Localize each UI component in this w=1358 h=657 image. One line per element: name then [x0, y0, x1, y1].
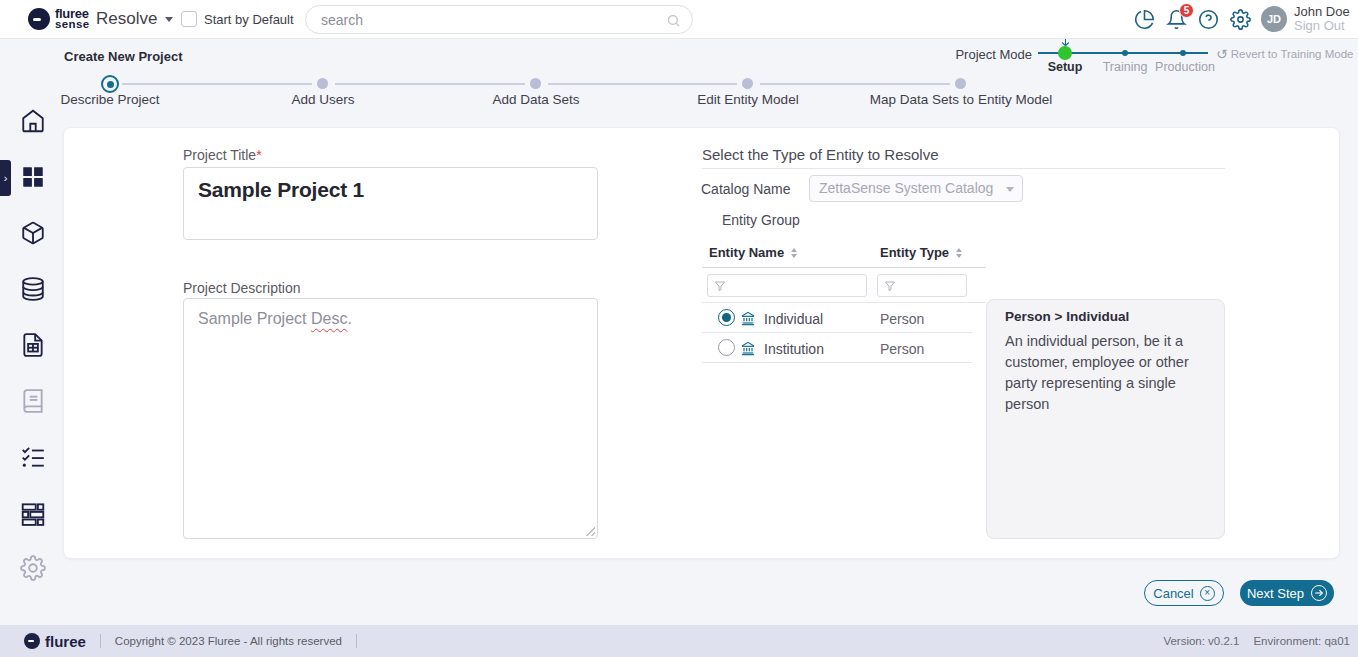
search-icon [666, 13, 681, 28]
sidebar-item-tasks[interactable] [20, 444, 46, 470]
step-dot-add-data-sets[interactable] [530, 78, 541, 89]
catalog-name-label: Catalog Name [701, 181, 791, 197]
revert-icon: ↺ [1216, 46, 1228, 62]
entity-group-label: Entity Group [722, 212, 800, 228]
institution-bank-icon [740, 340, 756, 356]
required-mark: * [256, 147, 261, 163]
step-label: Map Data Sets to Entity Model [811, 92, 1111, 107]
table-header-divider [702, 267, 986, 268]
fluree-sense-logo[interactable]: fluree sense [28, 8, 90, 30]
next-step-button[interactable]: Next Step [1240, 580, 1334, 606]
revert-label: Revert to Training Mode [1231, 48, 1354, 60]
mode-label-training: Training [1097, 60, 1153, 74]
product-switcher[interactable]: Resolve [96, 9, 173, 29]
mode-dot-production[interactable] [1180, 50, 1186, 56]
top-nav: fluree sense Resolve Start by Default se… [0, 0, 1358, 39]
start-by-default-checkbox[interactable] [181, 11, 197, 27]
revert-to-training-button[interactable]: ↺ Revert to Training Mode [1216, 46, 1353, 62]
entity-name-filter-input[interactable] [707, 274, 867, 297]
project-title-input[interactable]: Sample Project 1 [183, 167, 598, 240]
step-connector [548, 83, 737, 85]
row-divider [702, 302, 986, 303]
entity-type-cell: Person [880, 341, 924, 357]
project-description-input[interactable]: Sample Project Desc. [183, 298, 598, 539]
filter-funnel-icon [884, 280, 896, 292]
step-connector [122, 83, 312, 85]
fluree-footer-logo-icon [24, 633, 40, 649]
sidebar-item-reports[interactable] [20, 332, 46, 358]
page-title: Create New Project [64, 49, 183, 64]
step-dot-map-data-sets[interactable] [955, 78, 966, 89]
entity-type-filter-input[interactable] [877, 274, 967, 297]
notifications-badge: 5 [1179, 3, 1194, 18]
version-text: Version: v0.2.1 [1163, 635, 1239, 647]
entity-heading-divider [702, 168, 1225, 169]
cancel-button[interactable]: Cancel × [1144, 580, 1224, 606]
catalog-select[interactable]: ZettaSense System Catalog [809, 175, 1023, 202]
arrow-right-icon [1311, 585, 1327, 601]
entity-info-title: Person > Individual [1005, 309, 1206, 324]
copyright-text: Copyright © 2023 Fluree - All rights res… [115, 635, 342, 647]
step-dot-describe-project[interactable] [101, 75, 119, 93]
entity-info-panel: Person > Individual An individual person… [986, 299, 1225, 539]
entity-name-cell: Institution [764, 341, 824, 357]
environment-text: Environment: qa01 [1253, 635, 1350, 647]
sidebar-item-home[interactable] [20, 108, 46, 134]
project-description-label: Project Description [183, 280, 301, 296]
sidebar-active-indicator: › [0, 160, 11, 196]
footer-divider [356, 634, 357, 648]
misspelled-word: Desc [311, 310, 347, 327]
entity-info-text: An individual person, be it a customer, … [1005, 331, 1206, 415]
product-name: Resolve [96, 9, 157, 29]
step-dot-add-users[interactable] [317, 78, 328, 89]
start-by-default-label: Start by Default [204, 12, 294, 27]
sidebar-item-projects[interactable] [20, 164, 46, 190]
search-input[interactable]: search [305, 5, 693, 34]
institution-bank-icon [740, 310, 756, 326]
chevron-down-icon [1006, 187, 1014, 192]
step-dot-edit-entity-model[interactable] [742, 78, 753, 89]
sidebar-item-data[interactable] [20, 276, 46, 302]
sort-icon[interactable] [791, 248, 797, 258]
sign-out-link[interactable]: Sign Out [1294, 19, 1350, 33]
mode-dot-training[interactable] [1122, 50, 1128, 56]
entity-section-heading: Select the Type of Entity to Resolve [702, 146, 939, 163]
mode-label-setup: Setup [1040, 60, 1090, 74]
resize-handle[interactable] [584, 525, 595, 536]
search-placeholder: search [321, 12, 363, 28]
user-name: John Doe [1294, 5, 1350, 19]
brand-line2: sense [55, 19, 90, 29]
sort-icon[interactable] [956, 248, 962, 258]
project-mode-label: Project Mode [932, 47, 1032, 62]
sidebar-item-docs[interactable] [20, 388, 46, 414]
radio-institution[interactable] [718, 339, 735, 356]
entity-type-cell: Person [880, 311, 924, 327]
footer: fluree Copyright © 2023 Fluree - All rig… [0, 625, 1358, 657]
sidebar-item-models[interactable] [20, 220, 46, 246]
radio-individual[interactable] [718, 309, 735, 326]
help-icon[interactable] [1198, 9, 1219, 30]
project-title-label: Project Title* [183, 147, 262, 163]
avatar[interactable]: JD [1261, 6, 1287, 32]
row-divider [702, 332, 972, 333]
column-header-entity-type[interactable]: Entity Type [880, 245, 962, 260]
fluree-logo-icon [28, 8, 50, 30]
step-connector [760, 83, 950, 85]
column-header-entity-name[interactable]: Entity Name [709, 245, 797, 260]
analytics-icon[interactable] [1134, 9, 1155, 30]
row-divider [702, 362, 972, 363]
footer-brand: fluree [45, 633, 86, 650]
mode-label-production: Production [1153, 60, 1217, 74]
cancel-x-icon: × [1200, 586, 1215, 601]
sidebar-item-system-settings[interactable] [20, 555, 46, 581]
sidebar-item-pipelines[interactable] [20, 500, 46, 526]
filter-funnel-icon [714, 280, 726, 292]
chevron-down-icon [165, 17, 173, 22]
step-connector [335, 83, 525, 85]
entity-name-cell: Individual [764, 311, 823, 327]
footer-divider [100, 634, 101, 648]
settings-gear-icon[interactable] [1230, 9, 1251, 30]
mode-active-dot[interactable] [1058, 46, 1072, 60]
